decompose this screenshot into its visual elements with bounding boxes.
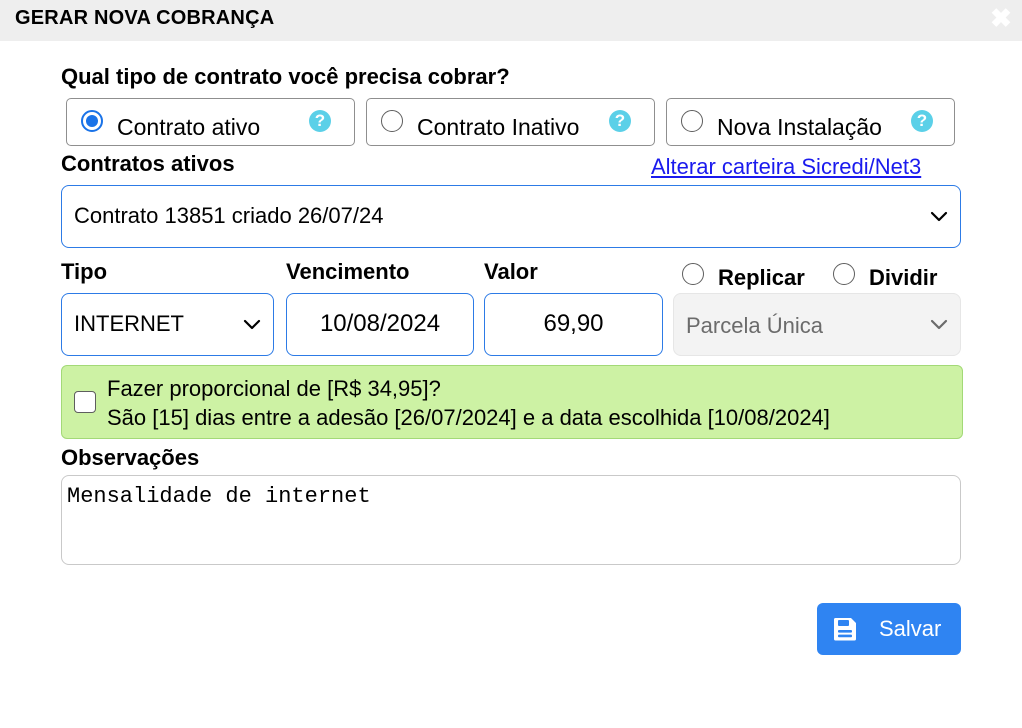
change-wallet-link[interactable]: Alterar carteira Sicredi/Net3 xyxy=(651,154,921,180)
tipo-label: Tipo xyxy=(61,259,108,284)
chevron-down-icon xyxy=(930,211,948,221)
vencimento-label: Vencimento xyxy=(286,259,410,284)
contracts-label: Contratos ativos xyxy=(61,151,235,176)
radio-button[interactable] xyxy=(381,110,403,132)
contract-type-question: Qual tipo de contrato você precisa cobra… xyxy=(61,64,510,89)
help-icon[interactable]: ? xyxy=(609,110,631,132)
tipo-select[interactable]: INTERNET xyxy=(61,293,274,356)
valor-value: 69,90 xyxy=(543,310,604,337)
help-icon[interactable]: ? xyxy=(911,110,933,132)
save-button-label: Salvar xyxy=(879,616,942,641)
proporcional-box: Fazer proporcional de [R$ 34,95]? São [1… xyxy=(61,365,963,439)
tipo-select-value: INTERNET xyxy=(74,311,184,336)
radio-label: Contrato ativo xyxy=(117,114,261,140)
valor-input[interactable]: 69,90 xyxy=(484,293,663,356)
observacoes-label: Observações xyxy=(61,445,200,470)
radio-label: Contrato Inativo xyxy=(417,114,580,140)
floppy-disk-icon xyxy=(834,618,856,641)
dialog-title: GERAR NOVA COBRANÇA xyxy=(15,7,275,29)
contract-select[interactable]: Contrato 13851 criado 26/07/24 xyxy=(61,185,961,248)
dialog-titlebar: GERAR NOVA COBRANÇA ✖ xyxy=(0,0,1022,41)
proporcional-question: Fazer proporcional de [R$ 34,95]? xyxy=(107,376,441,401)
dividir-radio[interactable] xyxy=(833,263,855,285)
save-button[interactable]: Salvar xyxy=(817,603,961,655)
replicar-radio[interactable] xyxy=(682,263,704,285)
parcela-select: Parcela Única xyxy=(673,293,961,356)
radio-contrato-ativo[interactable]: Contrato ativo ? xyxy=(66,98,355,146)
close-icon[interactable]: ✖ xyxy=(990,5,1012,31)
vencimento-value: 10/08/2024 xyxy=(319,310,441,337)
proporcional-details: São [15] dias entre a adesão [26/07/2024… xyxy=(107,405,830,430)
chevron-down-icon xyxy=(243,319,261,329)
radio-nova-instalacao[interactable]: Nova Instalação ? xyxy=(666,98,955,146)
vencimento-input[interactable]: 10/08/2024 xyxy=(286,293,474,356)
radio-contrato-inativo[interactable]: Contrato Inativo ? xyxy=(366,98,655,146)
observacoes-textarea[interactable]: Mensalidade de internet xyxy=(61,475,961,565)
proporcional-checkbox[interactable] xyxy=(74,391,96,413)
contract-select-value: Contrato 13851 criado 26/07/24 xyxy=(74,203,384,228)
radio-button-checked[interactable] xyxy=(81,110,103,132)
chevron-down-icon xyxy=(930,319,948,329)
radio-button[interactable] xyxy=(681,110,703,132)
valor-label: Valor xyxy=(484,259,538,284)
help-icon[interactable]: ? xyxy=(309,110,331,132)
dividir-label: Dividir xyxy=(869,265,938,290)
parcela-select-value: Parcela Única xyxy=(686,313,823,338)
radio-label: Nova Instalação xyxy=(717,114,882,140)
replicar-label: Replicar xyxy=(718,265,805,290)
